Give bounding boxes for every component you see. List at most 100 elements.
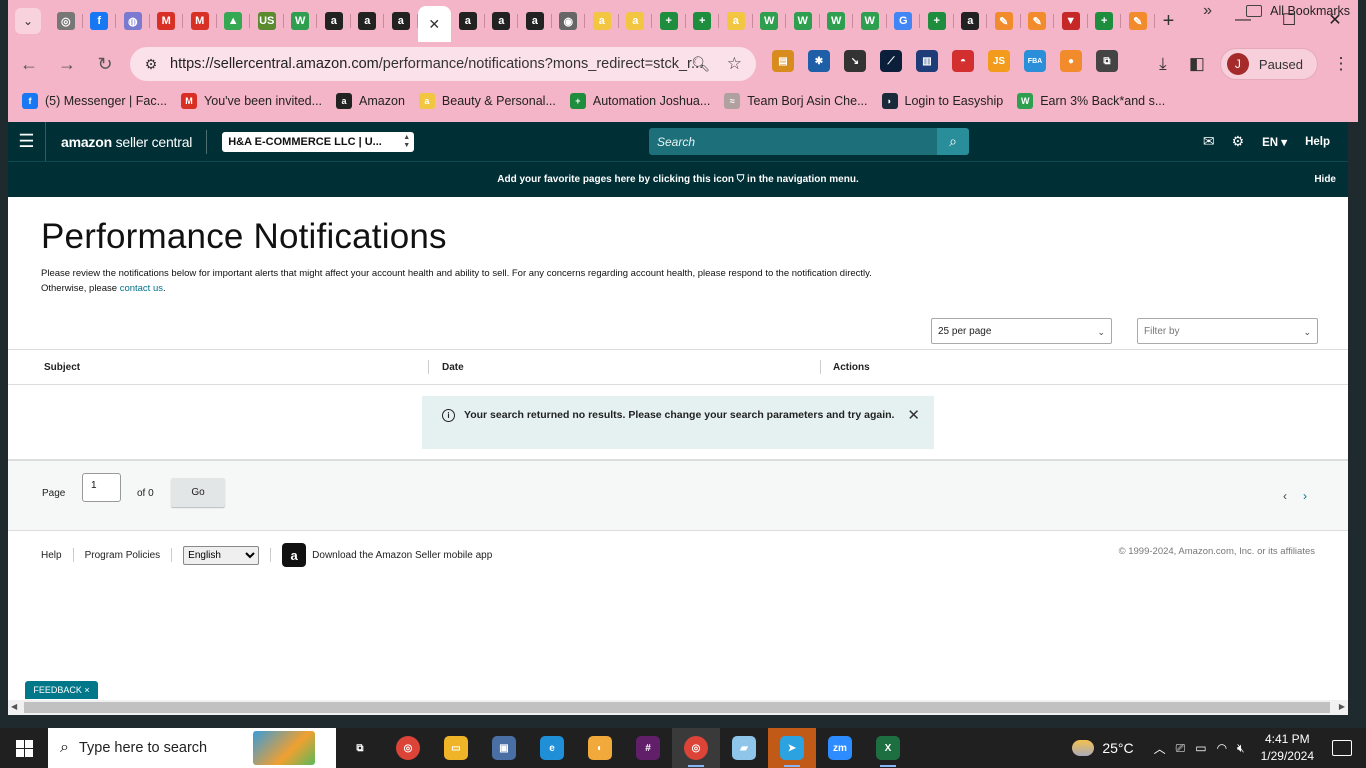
tab-23[interactable]: W bbox=[820, 6, 853, 36]
gear-icon[interactable]: ⚙ bbox=[1232, 133, 1245, 150]
pokeball-extension-icon[interactable]: ◓ bbox=[952, 50, 974, 72]
bookmark-item[interactable]: f (5) Messenger | Fac... bbox=[22, 93, 167, 109]
tab-24[interactable]: W bbox=[853, 6, 887, 36]
bookmark-item[interactable]: + Automation Joshua... bbox=[569, 93, 710, 109]
go-button[interactable]: Go bbox=[171, 478, 225, 507]
address-bar[interactable]: ⚙ https://sellercentral.amazon.com/perfo… bbox=[130, 47, 756, 81]
clock[interactable]: 4:41 PM 1/29/2024 bbox=[1261, 731, 1314, 765]
tab-17[interactable]: a bbox=[619, 6, 652, 36]
taskbar-app-edge[interactable]: e bbox=[528, 728, 576, 768]
windows-start-icon[interactable] bbox=[0, 728, 48, 768]
scrollbar-thumb[interactable] bbox=[24, 702, 1330, 713]
new-tab-button[interactable]: + bbox=[1155, 7, 1183, 35]
meet-now-icon[interactable]: ⎚ bbox=[1176, 741, 1186, 756]
bookmark-star-icon[interactable]: ☆ bbox=[727, 54, 742, 74]
bookmark-item[interactable]: M You've been invited... bbox=[181, 93, 322, 109]
all-bookmarks-button[interactable]: All Bookmarks bbox=[1246, 4, 1350, 18]
tab-7[interactable]: W bbox=[284, 6, 317, 36]
tab-19[interactable]: + bbox=[686, 6, 719, 36]
taskbar-app-chrome-profile[interactable]: ◎ bbox=[672, 728, 720, 768]
chevron-left-icon[interactable]: ‹ bbox=[1283, 489, 1287, 503]
site-info-icon[interactable]: ⚙ bbox=[136, 56, 166, 73]
footer-language-select[interactable]: English bbox=[183, 545, 260, 565]
wifi-icon[interactable]: ◠ bbox=[1217, 741, 1227, 755]
hamburger-menu-icon[interactable]: ☰ bbox=[8, 122, 46, 161]
tab-2[interactable]: ◍ bbox=[116, 6, 150, 36]
tab-14[interactable]: a bbox=[518, 6, 552, 36]
tab-4[interactable]: M bbox=[183, 6, 217, 36]
tab-search-chevron-icon[interactable]: ⌄ bbox=[15, 8, 41, 34]
zoom-icon[interactable]: 🔍︎ bbox=[691, 55, 710, 73]
close-icon[interactable]: ✕ bbox=[907, 406, 920, 424]
language-selector[interactable]: EN ▾ bbox=[1262, 135, 1287, 149]
tab-20[interactable]: a bbox=[719, 6, 753, 36]
tab-21[interactable]: W bbox=[753, 6, 786, 36]
bookmark-item[interactable]: ◗ Login to Easyship bbox=[881, 93, 1003, 109]
taskbar-app-task-view[interactable]: ⧉ bbox=[336, 728, 384, 768]
chevron-right-icon[interactable]: › bbox=[1303, 489, 1307, 503]
blue-gear-extension-icon[interactable]: ✱ bbox=[808, 50, 830, 72]
feedback-button[interactable]: FEEDBACK × bbox=[25, 681, 98, 699]
bookmark-item[interactable]: ≈ Team Borj Asin Che... bbox=[724, 93, 868, 109]
tab-30[interactable]: ▼ bbox=[1054, 6, 1088, 36]
download-app-link[interactable]: Download the Amazon Seller mobile app bbox=[312, 550, 492, 561]
taskbar-app-chrome[interactable]: ◎ bbox=[384, 728, 432, 768]
tab-5[interactable]: ▲ bbox=[217, 6, 250, 36]
tab-25[interactable]: G bbox=[887, 6, 920, 36]
tab-18[interactable]: + bbox=[652, 6, 686, 36]
weather-widget[interactable]: 25°C bbox=[1072, 740, 1134, 756]
fba-extension-icon[interactable]: FBA bbox=[1024, 50, 1046, 72]
page-number-input[interactable]: 1 bbox=[82, 473, 121, 502]
taskbar-app-notepad[interactable]: ▰ bbox=[720, 728, 768, 768]
help-link[interactable]: Help bbox=[1305, 136, 1330, 148]
tab-1[interactable]: f bbox=[83, 6, 116, 36]
profile-button[interactable]: J Paused bbox=[1219, 48, 1318, 80]
seller-search-input[interactable] bbox=[649, 134, 929, 149]
tab-6[interactable]: US bbox=[250, 6, 284, 36]
horizontal-scrollbar[interactable]: ◀ ▶ bbox=[8, 700, 1348, 715]
stats-extension-icon[interactable]: ▥ bbox=[916, 50, 938, 72]
tab-32[interactable]: ✎ bbox=[1121, 6, 1155, 36]
scroll-left-icon[interactable]: ◀ bbox=[11, 702, 17, 711]
bookmark-item[interactable]: a Beauty & Personal... bbox=[418, 93, 556, 109]
account-switcher[interactable]: H&A E-COMMERCE LLC | U... ▲ ▼ bbox=[222, 131, 415, 152]
tab-13[interactable]: a bbox=[485, 6, 518, 36]
scroll-right-icon[interactable]: ▶ bbox=[1339, 702, 1345, 711]
tab-8[interactable]: a bbox=[317, 6, 351, 36]
arrow-extension-icon[interactable]: ↘ bbox=[844, 50, 866, 72]
tab-16[interactable]: a bbox=[585, 6, 619, 36]
footer-help-link[interactable]: Help bbox=[41, 550, 62, 561]
download-icon[interactable]: ⤓ bbox=[1146, 47, 1180, 81]
seller-central-logo[interactable]: amazon seller central bbox=[61, 134, 192, 150]
taskbar-app-telegram[interactable]: ➤ bbox=[768, 728, 816, 768]
bookmarks-overflow-icon[interactable]: » bbox=[1203, 2, 1212, 20]
chart-extension-icon[interactable]: ⟋ bbox=[880, 50, 902, 72]
hide-banner-button[interactable]: Hide bbox=[1314, 174, 1336, 185]
back-icon[interactable]: ← bbox=[12, 47, 46, 81]
bookmark-item[interactable]: a Amazon bbox=[336, 93, 405, 109]
tab-10[interactable]: a bbox=[384, 6, 418, 36]
search-icon[interactable]: ⌕ bbox=[937, 128, 969, 155]
tab-11[interactable]: ✕ bbox=[417, 6, 451, 42]
tab-0[interactable]: ◎ bbox=[49, 6, 83, 36]
cake-extension-icon[interactable]: ▤ bbox=[772, 50, 794, 72]
taskbar-app-zoom[interactable]: zm bbox=[816, 728, 864, 768]
program-policies-link[interactable]: Program Policies bbox=[85, 550, 161, 561]
taskbar-app-file-explorer[interactable]: ▭ bbox=[432, 728, 480, 768]
taskbar-app-excel[interactable]: X bbox=[864, 728, 912, 768]
per-page-select[interactable]: 25 per page ⌄ bbox=[931, 318, 1112, 344]
orange-circle-extension-icon[interactable]: ● bbox=[1060, 50, 1082, 72]
tab-9[interactable]: a bbox=[351, 6, 384, 36]
column-date[interactable]: Date bbox=[428, 360, 820, 374]
chevron-up-icon[interactable]: ︿ bbox=[1154, 740, 1166, 757]
tab-12[interactable]: a bbox=[451, 6, 485, 36]
notifications-icon[interactable] bbox=[1332, 740, 1352, 756]
contact-us-link[interactable]: contact us bbox=[120, 283, 163, 294]
tab-31[interactable]: + bbox=[1088, 6, 1121, 36]
taskbar-search[interactable]: ⌕ Type here to search bbox=[48, 728, 336, 768]
bookmark-item[interactable]: W Earn 3% Back*and s... bbox=[1017, 93, 1165, 109]
tab-15[interactable]: ◉ bbox=[552, 6, 585, 36]
tab-3[interactable]: M bbox=[150, 6, 183, 36]
tab-28[interactable]: ✎ bbox=[987, 6, 1021, 36]
reload-icon[interactable]: ↻ bbox=[88, 47, 122, 81]
